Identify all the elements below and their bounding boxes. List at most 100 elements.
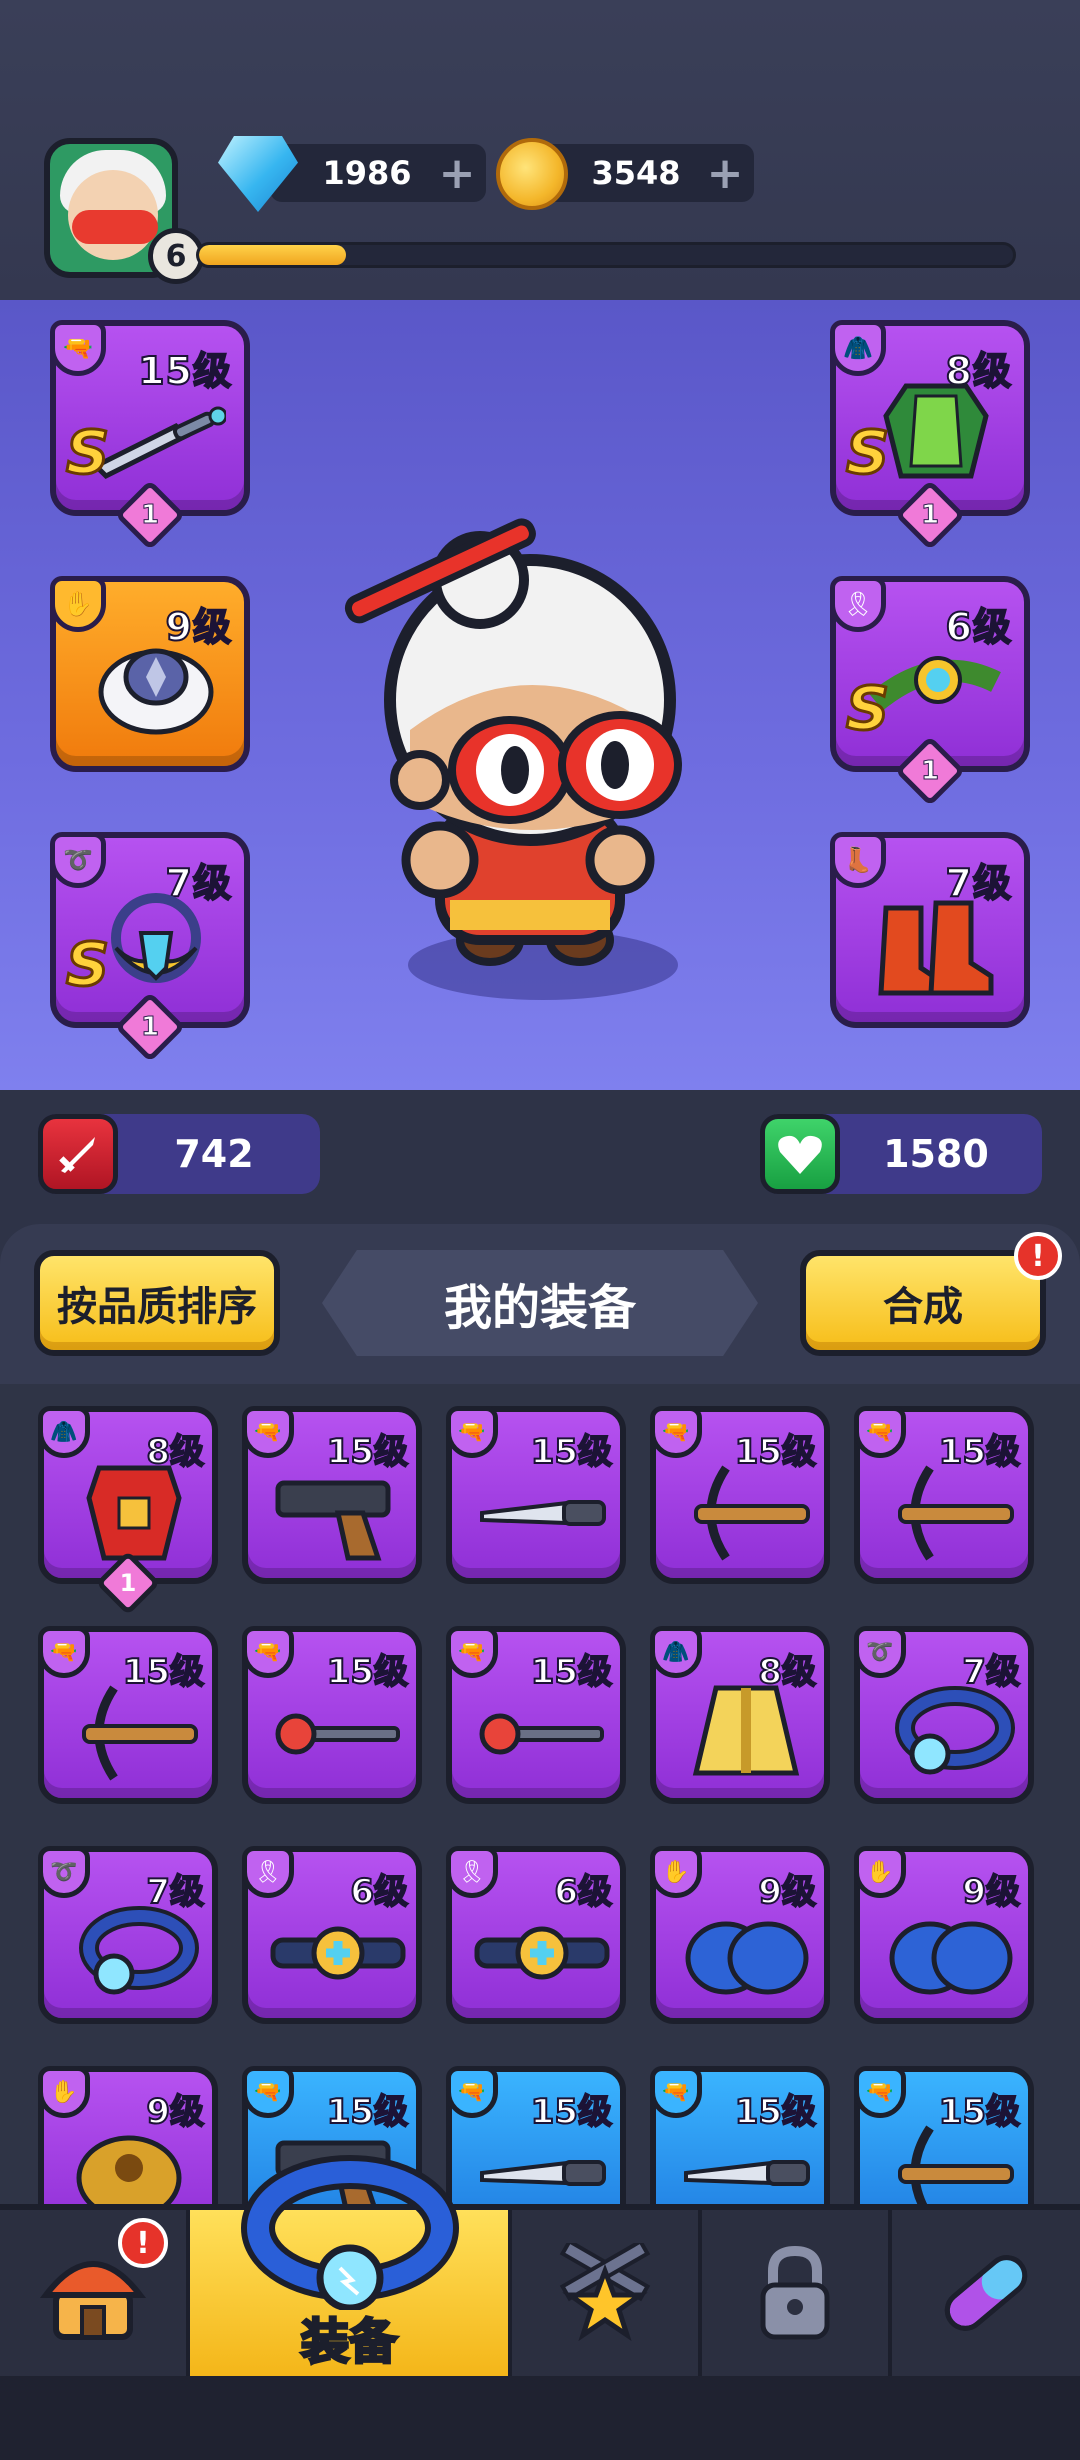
sort-by-quality-button[interactable]: 按品质排序 bbox=[34, 1250, 280, 1356]
weapon-type-icon: 🔫 bbox=[854, 2066, 906, 2118]
equipped-boots-slot[interactable]: 👢 7级 bbox=[830, 832, 1030, 1028]
xp-progress-bar bbox=[196, 242, 1016, 268]
nav-equipment-label: 装备 bbox=[299, 2313, 398, 2372]
gem-counter: 1986 + bbox=[270, 144, 486, 202]
attack-stat: 742 bbox=[38, 1114, 320, 1194]
equipped-necklace-slot[interactable]: ➰ 7级 S 1 bbox=[50, 832, 250, 1063]
xp-progress-fill bbox=[199, 245, 346, 265]
gold-gauntlet-icon bbox=[76, 2135, 182, 2206]
blue-gloves-icon bbox=[685, 1921, 809, 1995]
add-gems-button[interactable]: + bbox=[434, 148, 480, 199]
weapon-type-icon: 🔫 bbox=[446, 1626, 498, 1678]
armor-type-icon: 🧥 bbox=[38, 1406, 90, 1458]
inventory-item[interactable]: 🎗 6级 bbox=[446, 1846, 626, 2024]
belt-icon bbox=[270, 1926, 406, 1980]
crossbow-icon bbox=[898, 1465, 1014, 1561]
inventory-item[interactable]: 🔫 15级 bbox=[446, 1406, 626, 1584]
staff-icon bbox=[479, 1713, 604, 1755]
coin-icon bbox=[496, 138, 568, 210]
gloves-type-icon: ✋ bbox=[50, 576, 106, 632]
pistol-icon bbox=[275, 1480, 391, 1561]
gloves-type-icon: ✋ bbox=[650, 1846, 702, 1898]
nav-potion[interactable] bbox=[892, 2210, 1080, 2376]
armor-type-icon: 🧥 bbox=[650, 1626, 702, 1678]
equipped-armor-slot[interactable]: 🧥 8级 S 1 bbox=[830, 320, 1030, 551]
weapon-type-icon: 🔫 bbox=[242, 1406, 294, 1458]
knife-icon bbox=[480, 2160, 606, 2186]
inventory-item[interactable]: ✋ 9级 bbox=[854, 1846, 1034, 2024]
inventory-item[interactable]: ➰ 7级 bbox=[854, 1626, 1034, 1804]
inventory-item[interactable]: 🔫 15级 bbox=[446, 1626, 626, 1804]
rank-badge: S bbox=[844, 417, 890, 490]
equipped-gloves-slot[interactable]: ✋ 9级 bbox=[50, 576, 250, 772]
rank-badge: S bbox=[64, 417, 110, 490]
character-sprite bbox=[344, 518, 682, 966]
weapon-type-icon: 🔫 bbox=[650, 2066, 702, 2118]
knife-icon bbox=[684, 2160, 810, 2186]
hp-stat: 1580 bbox=[760, 1114, 1042, 1194]
nav-locked[interactable] bbox=[702, 2210, 892, 2376]
inventory-item[interactable]: ➰ 7级 bbox=[38, 1846, 218, 2024]
inventory-item[interactable]: 🧥 8级 bbox=[650, 1626, 830, 1804]
rank-badge: S bbox=[64, 929, 110, 1002]
ring-icon bbox=[895, 1686, 1015, 1775]
inventory-item[interactable]: ✋ 9级 bbox=[650, 1846, 830, 2024]
merge-alert-badge: ! bbox=[1014, 1232, 1062, 1280]
inventory-item[interactable]: 🔫 15级 bbox=[242, 1406, 422, 1584]
armor-type-icon: 🧥 bbox=[830, 320, 886, 376]
ring-icon bbox=[79, 1906, 199, 1995]
inventory-item[interactable]: 🔫 15级 bbox=[650, 2066, 830, 2206]
equipment-title: 我的装备 bbox=[322, 1250, 758, 1356]
coin-counter: 3548 + bbox=[540, 144, 754, 202]
inventory-item[interactable]: ✋ 9级 bbox=[38, 2066, 218, 2206]
weapon-type-icon: 🔫 bbox=[242, 1626, 294, 1678]
inventory-item[interactable]: 🔫 15级 bbox=[854, 2066, 1034, 2206]
inventory-item[interactable]: 🔫 15级 bbox=[446, 2066, 626, 2206]
merge-button[interactable]: 合成 bbox=[800, 1250, 1046, 1356]
weapon-type-icon: 🔫 bbox=[242, 2066, 294, 2118]
necklace-type-icon: ➰ bbox=[854, 1626, 906, 1678]
inventory-item[interactable]: 🔫 15级 bbox=[854, 1406, 1034, 1584]
boots-type-icon: 👢 bbox=[830, 832, 886, 888]
equipped-belt-slot[interactable]: 🎗 6级 S 1 bbox=[830, 576, 1030, 807]
red-boots-icon bbox=[878, 900, 994, 996]
inventory-item[interactable]: 🔫 15级 bbox=[650, 1406, 830, 1584]
inventory-grid: 🧥 8级 1 🔫 15级 🔫 15级 🔫 15级 🔫 15级 🔫 15级 🔫 15级 🔫 15级 🧥 8级 ➰ 7级 ➰ 7… bbox=[38, 1406, 1048, 2206]
belt-icon bbox=[474, 1926, 610, 1980]
inventory-item[interactable]: 🎗 6级 bbox=[242, 1846, 422, 2024]
knife-icon bbox=[480, 1500, 606, 1526]
gloves-type-icon: ✋ bbox=[854, 1846, 906, 1898]
crossbow-icon bbox=[898, 2125, 1014, 2206]
red-vest-icon bbox=[86, 1465, 182, 1561]
gloves-type-icon: ✋ bbox=[38, 2066, 90, 2118]
inventory-item[interactable]: 🧥 8级 1 bbox=[38, 1406, 218, 1616]
belt-type-icon: 🎗 bbox=[446, 1846, 498, 1898]
weapon-type-icon: 🔫 bbox=[650, 1406, 702, 1458]
equip-ring-icon bbox=[241, 2155, 459, 2310]
blue-gloves-icon bbox=[889, 1921, 1013, 1995]
bottom-bar-fill bbox=[0, 2376, 1080, 2460]
skills-star-icon bbox=[559, 2243, 651, 2342]
golden-robe-icon bbox=[692, 1685, 800, 1776]
weapon-type-icon: 🔫 bbox=[854, 1406, 906, 1458]
armored-gloves-icon bbox=[98, 648, 214, 735]
equipped-weapon-slot[interactable]: 🔫 15级 S 1 bbox=[50, 320, 250, 551]
potion-capsule-icon bbox=[944, 2255, 1028, 2331]
necklace-type-icon: ➰ bbox=[50, 832, 106, 888]
heart-icon bbox=[760, 1114, 840, 1194]
add-coins-button[interactable]: + bbox=[702, 148, 748, 199]
weapon-type-icon: 🔫 bbox=[446, 2066, 498, 2118]
lock-icon bbox=[760, 2245, 830, 2340]
crossbow-icon bbox=[82, 1685, 198, 1781]
inventory-item[interactable]: 🔫 15级 bbox=[242, 1626, 422, 1804]
staff-icon bbox=[275, 1713, 400, 1755]
nav-skills[interactable] bbox=[512, 2210, 702, 2376]
sword-icon bbox=[38, 1114, 118, 1194]
weapon-type-icon: 🔫 bbox=[50, 320, 106, 376]
weapon-type-icon: 🔫 bbox=[446, 1406, 498, 1458]
rank-badge: S bbox=[844, 673, 890, 746]
necklace-type-icon: ➰ bbox=[38, 1846, 90, 1898]
crossbow-icon bbox=[694, 1465, 810, 1561]
belt-type-icon: 🎗 bbox=[242, 1846, 294, 1898]
inventory-item[interactable]: 🔫 15级 bbox=[38, 1626, 218, 1804]
